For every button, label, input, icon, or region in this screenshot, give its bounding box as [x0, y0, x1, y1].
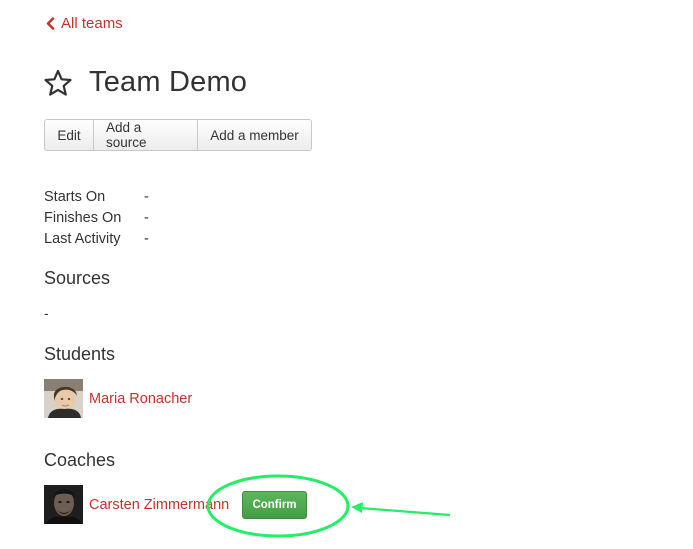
students-heading: Students	[44, 344, 116, 364]
meta-value: -	[144, 230, 149, 247]
confirm-coach-button[interactable]: Confirm	[242, 491, 307, 519]
student-list-item: Maria Ronacher	[44, 379, 192, 418]
student-name-link[interactable]: Maria Ronacher	[89, 391, 192, 407]
meta-value: -	[144, 209, 149, 226]
coach-name-link[interactable]: Carsten Zimmermann	[89, 497, 229, 513]
team-actions-toolbar: Edit Add a source Add a member	[44, 119, 312, 151]
avatar	[44, 485, 83, 524]
meta-row-last-activity: Last Activity -	[44, 228, 149, 249]
back-link-label: All teams	[61, 15, 123, 32]
meta-label: Last Activity	[44, 230, 121, 247]
annotation-arrow-line	[359, 506, 451, 517]
page-header: Team Demo	[43, 66, 247, 99]
back-to-teams-link[interactable]: All teams	[46, 15, 123, 32]
chevron-left-icon	[46, 17, 55, 30]
add-member-button[interactable]: Add a member	[198, 120, 311, 150]
sources-value: -	[44, 305, 49, 321]
meta-value: -	[144, 188, 149, 205]
team-meta-list: Starts On - Finishes On - Last Activity …	[44, 186, 149, 249]
meta-row-finishes-on: Finishes On -	[44, 207, 149, 228]
meta-row-starts-on: Starts On -	[44, 186, 149, 207]
add-source-button[interactable]: Add a source	[94, 120, 198, 150]
coach-list-item: Carsten Zimmermann	[44, 485, 229, 524]
coaches-heading: Coaches	[44, 450, 116, 470]
star-outline-icon[interactable]	[43, 69, 73, 97]
page-title: Team Demo	[89, 66, 248, 98]
edit-button[interactable]: Edit	[45, 120, 94, 150]
meta-label: Finishes On	[44, 209, 122, 226]
avatar	[44, 379, 83, 418]
sources-heading: Sources	[44, 268, 111, 288]
meta-label: Starts On	[44, 188, 106, 205]
annotation-arrow-head	[351, 502, 363, 513]
